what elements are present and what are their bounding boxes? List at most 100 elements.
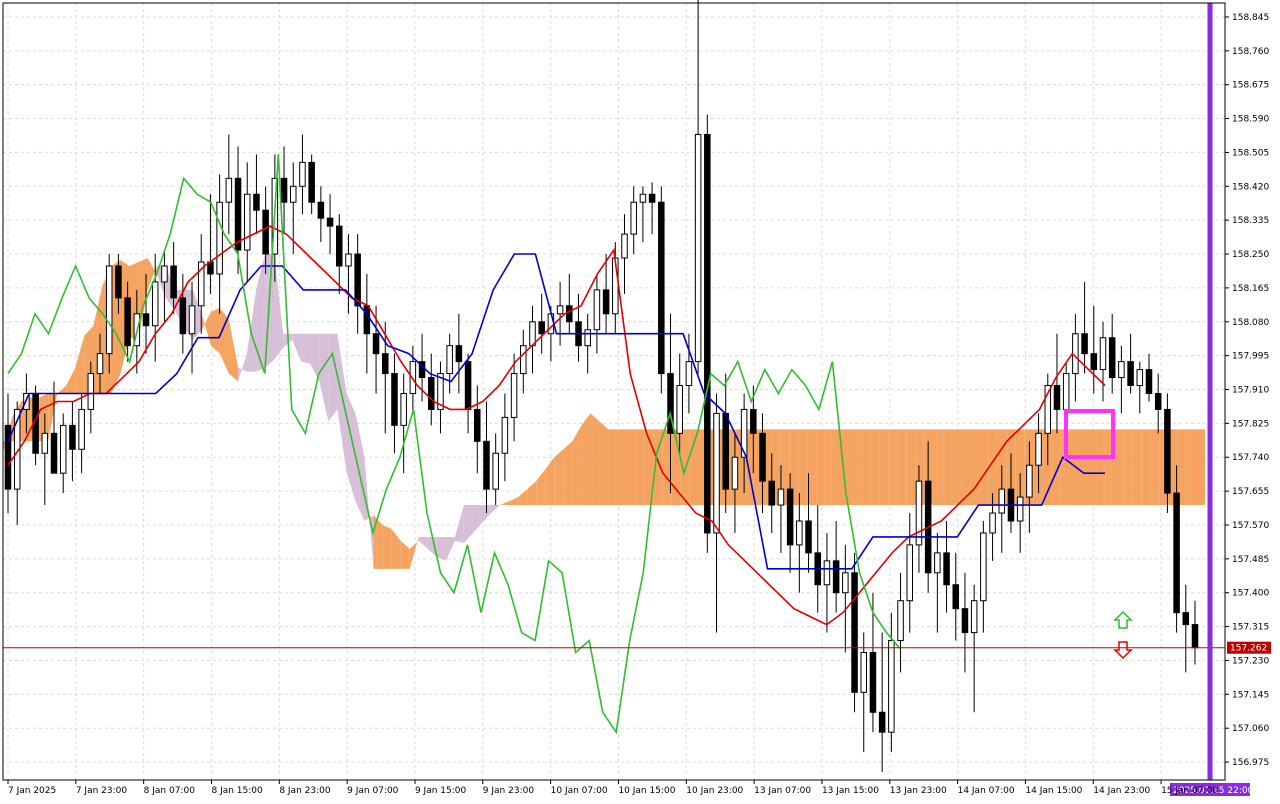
y-tick-label: 157.740 [1232,453,1269,463]
candle-bear [308,161,315,203]
kumo-bear-segment [274,254,284,360]
candle-bear [142,313,150,327]
kumo-bull-segment [617,429,627,506]
y-tick-label: 158.335 [1232,216,1269,226]
candle-bull [897,600,904,642]
candle-bear [1090,353,1098,371]
x-tick-label: 10 Jan 15:00 [618,786,675,796]
candle-bull [980,532,987,602]
grid [3,3,1225,780]
candle-bull [777,488,785,506]
candle-bull [78,408,85,450]
candle-bull [639,193,647,203]
candle-bear [335,225,343,267]
candle-bear [961,608,969,634]
candle-bear [464,361,472,410]
candle-bull [1099,337,1107,371]
x-tick-label: 8 Jan 15:00 [211,786,263,796]
kumo-bull-segment [897,429,907,506]
kumo-bull-segment [1150,429,1160,506]
candle-bear [382,353,389,375]
candle-bull [593,289,601,331]
kumo-bear-segment [463,505,473,543]
kumo-bull-segment [1096,429,1106,506]
candle-bear [280,177,288,203]
kumo-bull-segment [210,307,220,354]
candle-bear [1053,385,1061,410]
candle-bear [805,520,812,554]
kumo-bear-segment [319,333,329,422]
candle-bear [704,133,711,534]
arrow-up-icon [1113,610,1133,629]
x-tick-label: 9 Jan 15:00 [415,786,467,796]
candle-bear [1191,624,1199,649]
x-tick-label: 9 Jan 23:00 [483,786,535,796]
candle-bull [685,361,693,387]
kumo-bull-segment [75,335,85,394]
candle-bear [474,408,481,442]
candle-bear [391,373,398,426]
candle-bear [832,560,840,594]
y-tick-label: 157.145 [1232,690,1269,700]
kumo-bear-segment [472,505,482,533]
kumo-bull-segment [608,429,618,506]
kumo-bull-segment [93,285,103,394]
kumo-bull-segment [626,429,636,506]
kumo-bull-segment [66,367,76,394]
candle-bear [317,201,325,219]
candle-bear [952,584,960,610]
candle-bear [648,193,656,203]
candle-bull [676,385,683,434]
candle-bull [87,373,95,410]
x-tick-label: 13 Jan 23:00 [890,786,947,796]
candle-bear [943,552,950,586]
y-tick-label: 157.825 [1232,419,1269,429]
current-price-tag: 157.262 [1227,641,1271,654]
ichimoku-chart[interactable]: 157.262 2025.01.15 22:00 158.845 158.760 15… [0,0,1280,800]
axes: 158.845 158.760 158.675 158.590 158.505 158.4… [2,2,1269,796]
y-tick-label: 158.420 [1232,182,1269,192]
candle-bear [869,651,877,713]
current-price-label: 157.262 [1230,644,1267,654]
candle-bull [796,520,803,546]
kumo-bull-segment [581,413,591,506]
candle-bull [1118,361,1125,379]
candle-bull [299,161,306,187]
kumo-bull-segment [879,429,889,506]
candle-bear [851,572,858,693]
candle-bear [602,289,610,315]
y-tick-label: 157.655 [1232,487,1269,497]
candle-bull [1026,464,1033,498]
y-tick-label: 157.060 [1232,724,1269,734]
kumo-bull-segment [563,441,573,506]
candle-bear [566,305,573,323]
x-tick-label: 10 Jan 23:00 [686,786,743,796]
y-tick-label: 157.910 [1232,386,1269,396]
kumo-bull-segment [527,481,537,506]
kumo-bull-segment [951,429,961,506]
y-tick-label: 157.485 [1232,555,1269,565]
kumo-bull-segment [970,429,980,506]
kumo-bear-segment [237,353,248,382]
kumo-bull-segment [382,524,392,569]
candle-bull [934,552,941,574]
kumo-bull-segment [391,528,401,569]
candle-bull [501,416,509,454]
kumo-bull-segment [825,429,835,506]
candle-bull [823,560,831,586]
candle-bull [1016,496,1024,522]
kumo-bull-segment [590,413,600,506]
kumo-bear-segment [454,505,464,543]
candle-bear [253,193,260,211]
kumo-bull-segment [942,429,952,506]
kumo-bull-segment [554,449,564,506]
candle-bull [998,488,1006,514]
candle-bull [400,392,407,426]
candle-bear [170,265,177,299]
candle-bear [768,480,775,506]
candle-bear [1108,337,1116,379]
candle-bear [234,177,242,251]
kumo-bull-segment [201,311,211,346]
candle-bear [878,711,886,733]
x-tick-label: 7 Jan 2025 [8,786,56,796]
